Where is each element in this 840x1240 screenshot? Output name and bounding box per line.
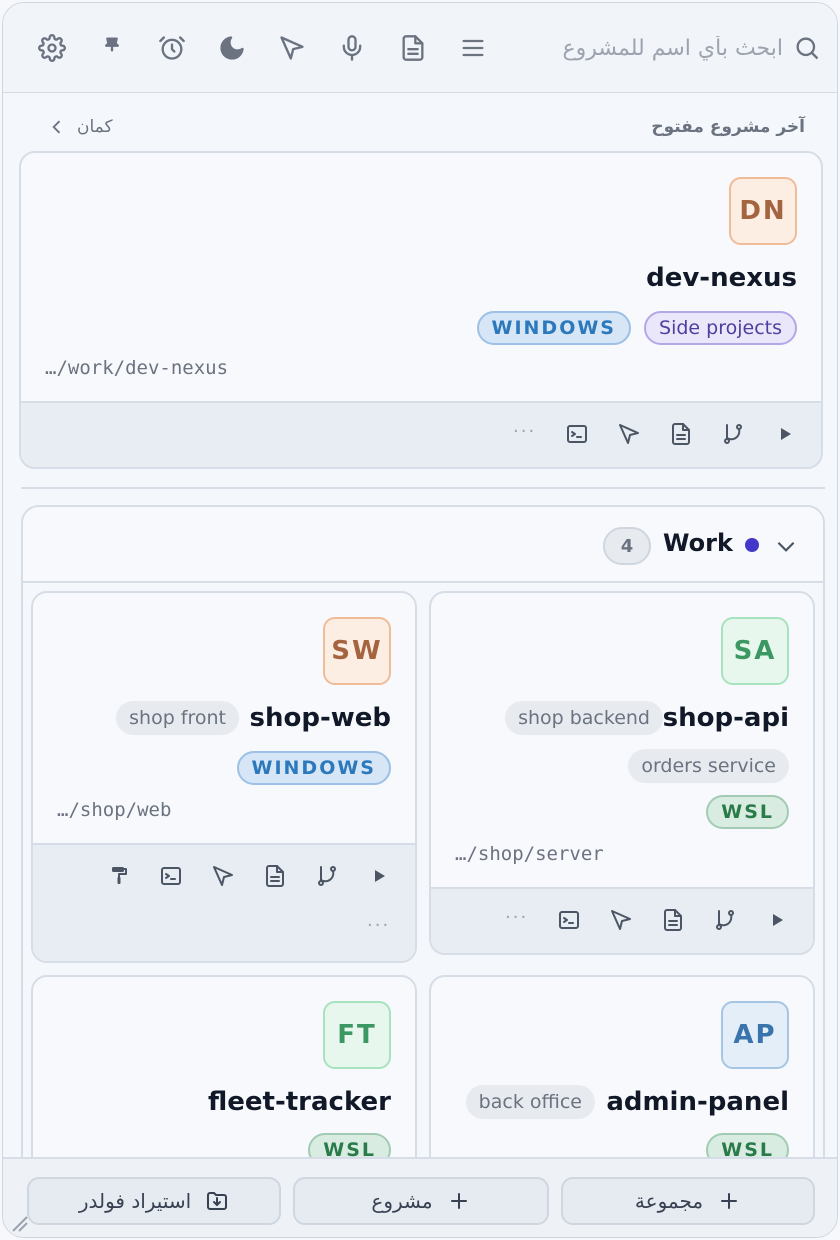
project-initials-badge: SW	[323, 617, 391, 685]
project-name: admin-panel	[606, 1087, 789, 1117]
microphone-icon[interactable]	[335, 31, 369, 65]
add-group-label: مجموعة	[634, 1189, 704, 1213]
more-link[interactable]: كمان	[47, 117, 113, 137]
chevron-down-icon[interactable]	[773, 533, 799, 559]
terminal-icon[interactable]	[562, 419, 592, 449]
document-icon[interactable]	[396, 31, 430, 65]
folder-import-icon	[207, 1192, 228, 1210]
group-name: Work	[663, 529, 733, 557]
add-group-button[interactable]: مجموعة	[561, 1177, 815, 1225]
project-initials-badge: DN	[729, 177, 797, 245]
send-icon[interactable]	[275, 31, 309, 65]
send-icon[interactable]	[208, 861, 238, 891]
menu-icon[interactable]	[456, 31, 490, 65]
project-group: 4 Work SA shop-api shop backend orders s…	[21, 505, 825, 1205]
search-box[interactable]	[503, 27, 821, 69]
project-tag: Side projects	[644, 311, 797, 345]
project-initials-badge: AP	[721, 1001, 789, 1069]
top-toolbar	[3, 3, 837, 93]
project-chip: shop backend	[505, 701, 663, 735]
pin-icon[interactable]	[95, 31, 129, 65]
group-color-dot	[745, 538, 759, 552]
section-divider	[21, 487, 825, 489]
play-icon[interactable]	[762, 905, 792, 935]
project-name: dev-nexus	[646, 263, 797, 293]
document-icon[interactable]	[666, 419, 696, 449]
project-path: …/shop/web	[57, 799, 172, 821]
more-actions-button[interactable]: ···	[513, 421, 536, 442]
git-branch-icon[interactable]	[710, 905, 740, 935]
project-chip: back office	[465, 1085, 595, 1119]
search-icon	[796, 37, 819, 60]
more-actions-button[interactable]: ···	[505, 907, 528, 928]
play-icon[interactable]	[770, 419, 800, 449]
chevron-left-icon	[52, 120, 61, 134]
project-chip: shop front	[116, 701, 239, 735]
terminal-icon[interactable]	[156, 861, 186, 891]
document-icon[interactable]	[260, 861, 290, 891]
send-icon[interactable]	[614, 419, 644, 449]
group-header[interactable]: 4 Work	[23, 507, 823, 583]
project-name: fleet-tracker	[207, 1087, 391, 1117]
send-icon[interactable]	[606, 905, 636, 935]
more-actions-button[interactable]: ···	[367, 915, 390, 936]
app-window: آخر مشروع مفتوح كمان DN dev-nexus Side p…	[2, 2, 838, 1238]
env-tag: WSL	[706, 795, 789, 829]
terminal-icon[interactable]	[554, 905, 584, 935]
add-project-button[interactable]: مشروع	[293, 1177, 549, 1225]
group-count: 4	[603, 527, 651, 565]
project-path: …/work/dev-nexus	[45, 357, 229, 379]
import-folder-button[interactable]: استيراد فولدر	[27, 1177, 281, 1225]
document-icon[interactable]	[658, 905, 688, 935]
project-card-shop-api[interactable]: SA shop-api shop backend orders service …	[429, 591, 815, 955]
project-chip: orders service	[628, 749, 789, 783]
project-initials-badge: FT	[323, 1001, 391, 1069]
alarm-icon[interactable]	[155, 31, 189, 65]
add-project-label: مشروع	[371, 1189, 433, 1213]
paint-roller-icon[interactable]	[104, 861, 134, 891]
resize-grip-icon[interactable]	[9, 1213, 29, 1233]
project-name: shop-web	[249, 703, 391, 733]
env-tag: WINDOWS	[476, 311, 631, 345]
project-initials-badge: SA	[721, 617, 789, 685]
project-actions: ···	[33, 843, 415, 961]
plus-icon	[721, 1193, 738, 1209]
project-actions: ···	[21, 401, 821, 467]
project-name: shop-api	[662, 703, 789, 733]
moon-icon[interactable]	[215, 31, 249, 65]
plus-icon	[450, 1193, 467, 1209]
footer-bar: مجموعة مشروع استيراد فولدر	[3, 1157, 837, 1237]
search-input[interactable]	[513, 35, 783, 61]
git-branch-icon[interactable]	[718, 419, 748, 449]
project-card-shop-web[interactable]: SW shop-web shop front WINDOWS …/shop/we…	[31, 591, 417, 963]
project-actions: ···	[431, 887, 813, 953]
section-title-recent: آخر مشروع مفتوح	[651, 117, 805, 137]
git-branch-icon[interactable]	[312, 861, 342, 891]
gear-icon[interactable]	[35, 31, 69, 65]
recent-project-card[interactable]: DN dev-nexus Side projects WINDOWS …/wor…	[19, 151, 823, 469]
project-path: …/shop/server	[455, 843, 604, 865]
more-link-label: كمان	[77, 117, 113, 137]
import-folder-label: استيراد فولدر	[78, 1189, 192, 1213]
play-icon[interactable]	[364, 861, 394, 891]
env-tag: WINDOWS	[236, 751, 391, 785]
